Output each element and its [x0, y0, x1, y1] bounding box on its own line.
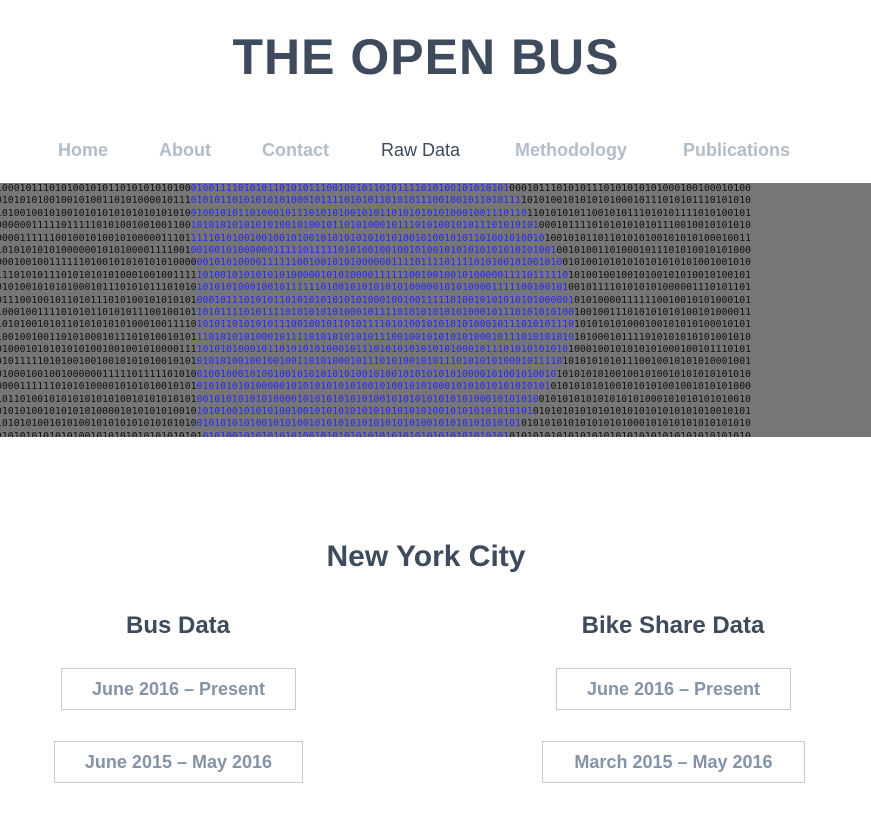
binary-row: 1001001001101010001011101010010101110101… [0, 331, 751, 343]
bus-data-heading: Bus Data [125, 612, 231, 639]
site-title[interactable]: THE OPEN BUS [0, 28, 852, 86]
binary-row: 0100010101010101001001001010000111101010… [0, 344, 751, 356]
bus-data-june-2016-present-button[interactable]: June 2016 – Present [61, 668, 296, 710]
binary-banner-image: 1000101110101001010110101010101000100111… [0, 183, 871, 437]
bike-data-march-2015-may-2016-button[interactable]: March 2015 – May 2016 [542, 741, 805, 783]
main-nav: Home About Contact Raw Data Methodology … [0, 140, 871, 166]
bus-data-june-2015-may-2016-button[interactable]: June 2015 – May 2016 [54, 741, 303, 783]
binary-row: 0101010010101010100001010101010010101010… [0, 406, 751, 418]
binary-row: 0000001111101111101010010010011001010101… [0, 220, 751, 232]
binary-row: 1011010010101010101010010101010101001010… [0, 393, 751, 405]
binary-row: 1010010010100101010101010101010100100101… [0, 207, 751, 219]
binary-row: 1000101110101001010110101010101000100111… [0, 183, 751, 194]
binary-row: 0100010010010000001111101111101010010010… [0, 368, 751, 380]
binary-row: 1010100101011010101010100010011110101011… [0, 319, 751, 331]
binary-row: 0000111111001001010010100000111011111010… [0, 232, 752, 244]
binary-row: 1010101001010100101010101010101010010101… [0, 418, 751, 430]
binary-row: 0001001001111110100101010101010000001010… [0, 257, 751, 269]
binary-row: 0000111111010101000010101010010101010101… [0, 381, 751, 393]
binary-row: 1110101011101010101010001001001111101001… [0, 269, 751, 281]
nav-contact[interactable]: Contact [262, 140, 329, 161]
section-title: New York City [326, 540, 526, 573]
binary-row: 1010101010100000010101000011110010010010… [0, 244, 752, 256]
nav-raw-data[interactable]: Raw Data [381, 140, 460, 161]
nav-about[interactable]: About [159, 140, 211, 161]
binary-row: 0101010101010100101010101010101010101010… [0, 430, 751, 437]
nav-methodology[interactable]: Methodology [515, 140, 627, 161]
binary-row: 0111001001011010111010100101010101000101… [0, 294, 751, 306]
binary-row: 1000100111101010110101011100100101101011… [0, 306, 751, 318]
binary-row: 0101001010101000101110101011101010101010… [0, 282, 751, 294]
bike-share-data-heading: Bike Share Data [581, 612, 765, 639]
binary-row: 0101111101010010010010101010010101010101… [0, 356, 751, 368]
binary-row: 0101010100100101001101010000101110101011… [0, 195, 751, 207]
nav-publications[interactable]: Publications [683, 140, 790, 161]
nav-home[interactable]: Home [58, 140, 108, 161]
bike-data-june-2016-present-button[interactable]: June 2016 – Present [556, 668, 791, 710]
